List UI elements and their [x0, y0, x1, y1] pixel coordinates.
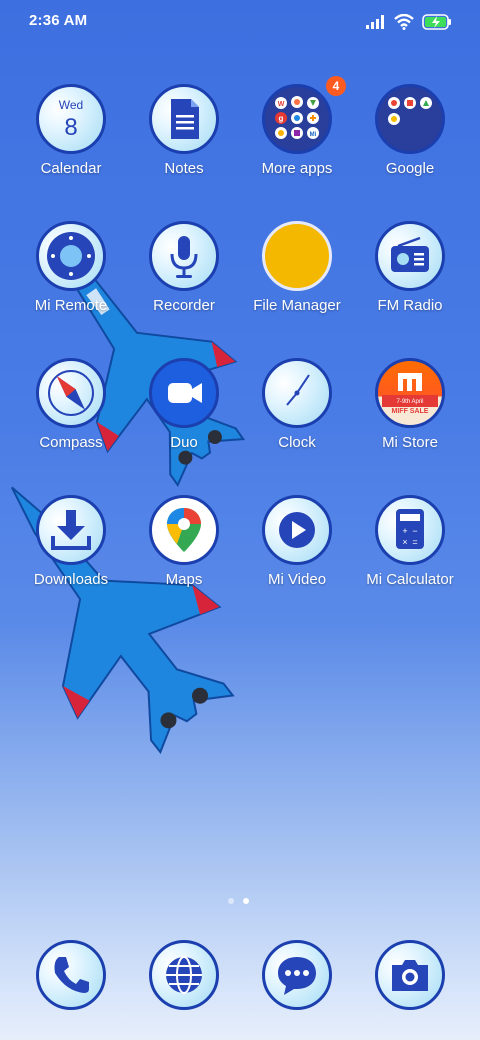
camera-icon: [375, 940, 445, 1010]
app-label: Mi Video: [267, 571, 327, 588]
svg-text:−: −: [412, 526, 417, 536]
download-icon: [36, 495, 106, 565]
app-mi-store[interactable]: 7-9th April MIFF SALE Mi Store: [353, 358, 467, 478]
play-icon: [262, 495, 332, 565]
folder-google[interactable]: Google: [353, 84, 467, 204]
app-label: Duo: [170, 434, 198, 451]
app-label: Recorder: [153, 297, 215, 314]
app-fm-radio[interactable]: FM Radio: [353, 221, 467, 341]
svg-text:+: +: [402, 526, 407, 536]
messages-icon: [262, 940, 332, 1010]
clock-icon: [262, 358, 332, 428]
app-mi-remote[interactable]: Mi Remote: [14, 221, 128, 341]
battery-charging-icon: [422, 14, 451, 30]
app-label: Compass: [39, 434, 103, 451]
calculator-icon: + − × =: [375, 495, 445, 565]
app-label: FM Radio: [377, 297, 443, 314]
app-downloads[interactable]: Downloads: [14, 495, 128, 615]
maps-pin-icon: [149, 495, 219, 565]
remote-icon: [36, 221, 106, 291]
radio-icon: [375, 221, 445, 291]
app-label: Google: [385, 160, 435, 177]
svg-text:=: =: [412, 537, 417, 547]
video-call-icon: [149, 358, 219, 428]
microphone-icon: [149, 221, 219, 291]
browser-globe-icon: [149, 940, 219, 1010]
app-label: Calendar: [40, 160, 102, 177]
store-promo-dates: 7-9th April: [396, 399, 423, 405]
calendar-day: Wed: [59, 98, 83, 112]
page-dot[interactable]: [228, 898, 234, 904]
app-label: Notes: [164, 160, 204, 177]
dock-browser[interactable]: [127, 940, 241, 1012]
app-compass[interactable]: Compass: [14, 358, 128, 478]
app-label: Mi Remote: [34, 297, 108, 314]
svg-text:×: ×: [402, 537, 407, 547]
app-label: Clock: [278, 434, 316, 451]
app-mi-calculator[interactable]: + − × = Mi Calculator: [353, 495, 467, 615]
dock-phone[interactable]: [14, 940, 128, 1012]
app-label: Mi Store: [382, 434, 438, 451]
calendar-icon: Wed 8: [36, 84, 106, 154]
notes-icon: [149, 84, 219, 154]
mi-store-icon: 7-9th April MIFF SALE: [375, 358, 445, 428]
google-folder-icon: [375, 84, 445, 154]
app-label: Maps: [165, 571, 203, 588]
wifi-icon: [394, 14, 414, 30]
app-duo[interactable]: Duo: [127, 358, 241, 478]
folder-app-letter: Mi: [310, 132, 317, 138]
app-notes[interactable]: Notes: [127, 84, 241, 204]
store-promo-sale: MIFF SALE: [392, 408, 429, 415]
folder-app-letter: g: [279, 114, 284, 123]
status-bar: 2:36 AM: [0, 0, 480, 44]
app-maps[interactable]: Maps: [127, 495, 241, 615]
status-time: 2:36 AM: [29, 12, 88, 29]
notification-badge: 4: [326, 76, 346, 96]
app-label: File Manager: [253, 297, 341, 314]
signal-icon: [366, 15, 384, 29]
dock-messages[interactable]: [240, 940, 354, 1012]
app-label: Mi Calculator: [366, 571, 454, 588]
app-calendar[interactable]: Wed 8 Calendar: [14, 84, 128, 204]
app-mi-video[interactable]: Mi Video: [240, 495, 354, 615]
folder-app-letter: W: [278, 101, 285, 108]
dock-camera[interactable]: [353, 940, 467, 1012]
page-indicator[interactable]: [228, 898, 249, 904]
app-clock[interactable]: Clock: [240, 358, 354, 478]
folder-icon: W g Mi: [262, 84, 332, 154]
folder-yellow-icon: [262, 221, 332, 291]
calendar-date: 8: [64, 114, 77, 141]
folder-more-apps[interactable]: W g Mi 4 More apps: [240, 76, 354, 204]
app-recorder[interactable]: Recorder: [127, 221, 241, 341]
app-label: Downloads: [33, 571, 109, 588]
app-file-manager[interactable]: File Manager: [240, 221, 354, 341]
app-label: More apps: [261, 160, 333, 177]
page-dot-active[interactable]: [243, 898, 249, 904]
phone-icon: [36, 940, 106, 1010]
compass-icon: [36, 358, 106, 428]
